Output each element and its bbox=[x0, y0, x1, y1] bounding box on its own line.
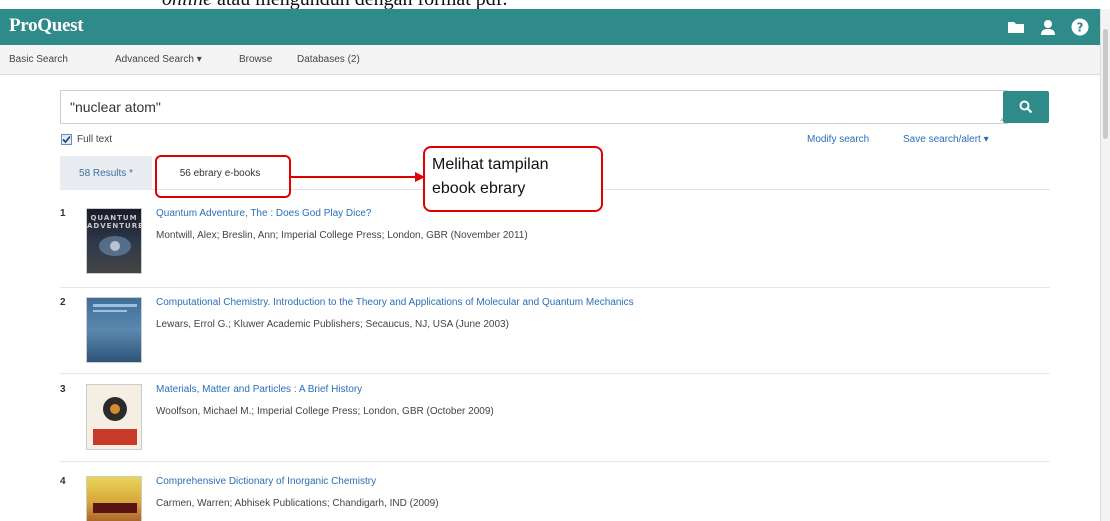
result-number: 4 bbox=[60, 476, 66, 487]
annotation-arrow-icon bbox=[289, 172, 425, 182]
folder-icon[interactable] bbox=[1006, 17, 1026, 37]
tab-all-results[interactable]: 58 Results * bbox=[60, 156, 152, 190]
search-button[interactable] bbox=[1003, 91, 1049, 123]
cover-subtitle-bar bbox=[93, 310, 127, 312]
document-caption: online atau mengunduh dengan format pdf. bbox=[162, 0, 507, 9]
result-citation: Lewars, Errol G.; Kluwer Academic Publis… bbox=[156, 319, 509, 330]
search-box: ◢ bbox=[60, 90, 1008, 124]
book-cover-image[interactable] bbox=[86, 297, 142, 363]
book-cover-image[interactable]: QUANTUM ADVENTURE bbox=[86, 208, 142, 274]
svg-text:?: ? bbox=[1077, 21, 1084, 35]
ebooks-tab-highlight bbox=[155, 155, 291, 198]
search-icon bbox=[1019, 100, 1033, 114]
nav-browse[interactable]: Browse bbox=[239, 54, 272, 65]
full-text-filter: Full text bbox=[61, 134, 112, 145]
result-number: 1 bbox=[60, 208, 66, 219]
proquest-logo[interactable]: ProQuest bbox=[9, 15, 84, 37]
callout-line-1: Melihat tampilan bbox=[432, 156, 549, 173]
scrollbar-thumb[interactable] bbox=[1103, 29, 1108, 139]
cover-art-icon bbox=[103, 397, 127, 421]
document-caption-italic: online bbox=[162, 0, 212, 9]
cover-art-icon bbox=[99, 236, 131, 256]
document-caption-strip: online atau mengunduh dengan format pdf. bbox=[0, 0, 1110, 9]
cover-title: QUANTUM ADVENTURE bbox=[87, 214, 142, 230]
modify-search-link[interactable]: Modify search bbox=[807, 134, 869, 145]
result-title-link[interactable]: Quantum Adventure, The : Does God Play D… bbox=[156, 208, 372, 219]
help-icon[interactable]: ? bbox=[1070, 17, 1090, 37]
search-input[interactable] bbox=[61, 91, 991, 123]
cover-title-band bbox=[93, 429, 137, 445]
cover-title-band bbox=[93, 503, 137, 513]
book-cover-image[interactable] bbox=[86, 476, 142, 521]
document-caption-rest: atau mengunduh dengan format pdf. bbox=[212, 0, 507, 9]
book-cover-image[interactable] bbox=[86, 384, 142, 450]
full-text-label: Full text bbox=[77, 134, 113, 145]
result-divider bbox=[60, 287, 1050, 288]
result-number: 2 bbox=[60, 297, 66, 308]
nav-basic-search[interactable]: Basic Search bbox=[9, 54, 68, 65]
header-icons: ? bbox=[1006, 17, 1090, 37]
callout-line-2: ebook ebrary bbox=[432, 180, 526, 197]
nav-databases[interactable]: Databases (2) bbox=[297, 54, 360, 65]
result-citation: Woolfson, Michael M.; Imperial College P… bbox=[156, 406, 494, 417]
cover-title-bar bbox=[93, 304, 137, 307]
page-scrollbar[interactable] bbox=[1100, 9, 1110, 521]
full-text-checkbox[interactable] bbox=[61, 134, 72, 145]
result-divider bbox=[60, 373, 1050, 374]
annotation-callout: Melihat tampilan ebook ebrary bbox=[423, 146, 603, 212]
result-divider bbox=[60, 461, 1050, 462]
search-nav: Basic Search Advanced Search ▾ Browse Da… bbox=[0, 45, 1100, 75]
user-icon[interactable] bbox=[1038, 17, 1058, 37]
result-title-link[interactable]: Computational Chemistry. Introduction to… bbox=[156, 297, 634, 308]
nav-advanced-search[interactable]: Advanced Search ▾ bbox=[115, 54, 202, 65]
result-title-link[interactable]: Materials, Matter and Particles : A Brie… bbox=[156, 384, 362, 395]
checkmark-icon bbox=[62, 135, 71, 144]
result-citation: Carmen, Warren; Abhisek Publications; Ch… bbox=[156, 498, 439, 509]
save-search-alert-link[interactable]: Save search/alert ▾ bbox=[903, 134, 989, 145]
result-number: 3 bbox=[60, 384, 66, 395]
app-header: ProQuest ? bbox=[0, 9, 1100, 45]
result-title-link[interactable]: Comprehensive Dictionary of Inorganic Ch… bbox=[156, 476, 376, 487]
result-citation: Montwill, Alex; Breslin, Ann; Imperial C… bbox=[156, 230, 528, 241]
